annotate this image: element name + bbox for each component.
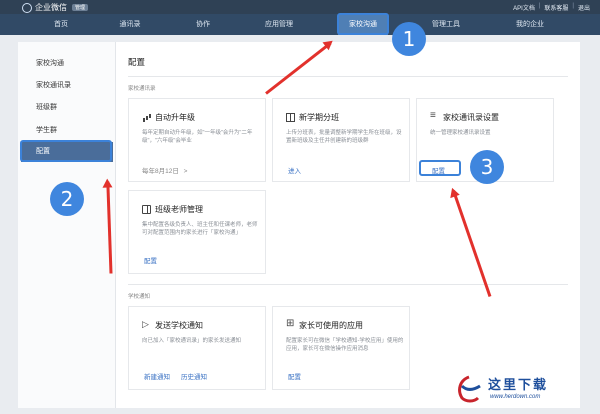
- nav-admin-tools[interactable]: 管理工具: [418, 14, 474, 35]
- section-label-notice: 学校通知: [128, 294, 151, 300]
- title-divider: [128, 76, 568, 77]
- enter-link[interactable]: 进入: [288, 165, 301, 175]
- send-icon: [142, 319, 151, 330]
- watermark: 这里下载 www.herdown.com: [454, 372, 594, 410]
- settings-list-icon: [430, 110, 439, 122]
- sidebar-item-contacts[interactable]: 家校通讯录: [21, 76, 113, 96]
- top-links: API文档 | 联系客服 | 退出: [513, 3, 590, 12]
- wecom-logo-icon: [22, 2, 32, 13]
- notice-history-link[interactable]: 历史通知: [181, 371, 207, 381]
- nav-collaboration[interactable]: 协作: [178, 14, 228, 35]
- highlight-nav-home-school: [337, 13, 389, 35]
- promotion-date[interactable]: 每年8月12日 >: [142, 165, 187, 175]
- card-description: 每年定期自动升年级，如"一年级"会升为"二年级"，"六年级"会毕业: [142, 130, 253, 144]
- bar-chart-icon: [142, 113, 151, 122]
- sidebar-item-student-groups[interactable]: 学生群: [21, 121, 113, 141]
- sidebar-item-home-school[interactable]: 家校沟通: [21, 54, 113, 74]
- watermark-logo-icon: [458, 375, 481, 403]
- watermark-url: www.herdown.com: [490, 394, 541, 400]
- card-new-term-class: 新学期分班 上传分班表，批量调整新学期学生所在班级，设置新班级及主任并创建新的班…: [272, 98, 410, 182]
- card-auto-promotion: 自动升年级 每年定期自动升年级，如"一年级"会升为"二年级"，"六年级"会毕业 …: [128, 98, 266, 182]
- section-divider: [128, 284, 568, 285]
- api-docs-link[interactable]: API文档: [513, 3, 535, 12]
- card-description: 向已加入「家校通讯录」的家长发送通知: [142, 338, 242, 344]
- logout-link[interactable]: 退出: [578, 3, 590, 12]
- book-icon: [142, 205, 151, 214]
- card-title: 新学期分班: [299, 113, 339, 122]
- highlight-sidebar-settings: [20, 140, 112, 162]
- card-title: 家长可使用的应用: [299, 321, 363, 330]
- card-title: 发送学校通知: [155, 321, 203, 330]
- card-description: 统一管理家校通讯录设置: [430, 130, 491, 136]
- main-nav: 首页 通讯录 协作 应用管理 家校沟通 管理工具 我的企业: [0, 14, 600, 35]
- top-bar: 企业微信 管理 API文档 | 联系客服 | 退出: [0, 0, 600, 14]
- admin-badge: 管理: [72, 4, 89, 11]
- page-title: 配置: [128, 57, 146, 67]
- card-parent-apps: 家长可使用的应用 配置家长可在微信「学校通知-学校应用」使用的应用，家长可在微信…: [272, 306, 410, 390]
- sidebar: 家校沟通 家校通讯录 班级群 学生群 配置: [18, 42, 116, 408]
- card-title: 班级老师管理: [155, 205, 203, 214]
- card-title: 家校通讯录设置: [443, 113, 499, 122]
- apps-grid-icon: [286, 318, 295, 330]
- nav-app-management[interactable]: 应用管理: [250, 14, 308, 35]
- app-logo-text: 企业微信: [35, 3, 67, 12]
- watermark-text: 这里下载: [488, 378, 549, 393]
- step-badge-1: 1: [392, 22, 426, 56]
- step-badge-2: 2: [50, 182, 84, 216]
- sidebar-item-class-groups[interactable]: 班级群: [21, 98, 113, 118]
- card-send-notice: 发送学校通知 向已加入「家校通讯录」的家长发送通知 新建通知 历史通知: [128, 306, 266, 390]
- card-title: 自动升年级: [155, 113, 195, 122]
- contact-support-link[interactable]: 联系客服: [544, 3, 568, 12]
- chevron-right-icon: >: [183, 168, 188, 175]
- nav-my-enterprise[interactable]: 我的企业: [502, 14, 558, 35]
- class-split-icon: [286, 113, 295, 122]
- card-class-teacher: 班级老师管理 集中配置各级负责人、班主任和任课老师，老师可对配置范围内的家长进行…: [128, 190, 266, 274]
- card-description: 集中配置各级负责人、班主任和任课老师，老师可对配置范围内的家长进行「家校沟通」: [142, 222, 258, 236]
- class-teacher-config-link[interactable]: 配置: [144, 255, 157, 265]
- section-label-contacts: 家校通讯录: [128, 86, 156, 92]
- new-notice-link[interactable]: 新建通知: [144, 371, 170, 381]
- nav-contacts[interactable]: 通讯录: [104, 14, 156, 35]
- step-badge-3: 3: [470, 150, 504, 184]
- card-description: 配置家长可在微信「学校通知-学校应用」使用的应用，家长可在微信操作应用消息: [286, 338, 404, 352]
- highlight-config-link: [419, 160, 461, 176]
- card-description: 上传分班表，批量调整新学期学生所在班级，设置新班级及主任并创建新的班级群: [286, 130, 402, 144]
- parent-apps-config-link[interactable]: 配置: [288, 371, 301, 381]
- nav-home[interactable]: 首页: [36, 14, 86, 35]
- app-logo[interactable]: 企业微信 管理: [22, 2, 89, 13]
